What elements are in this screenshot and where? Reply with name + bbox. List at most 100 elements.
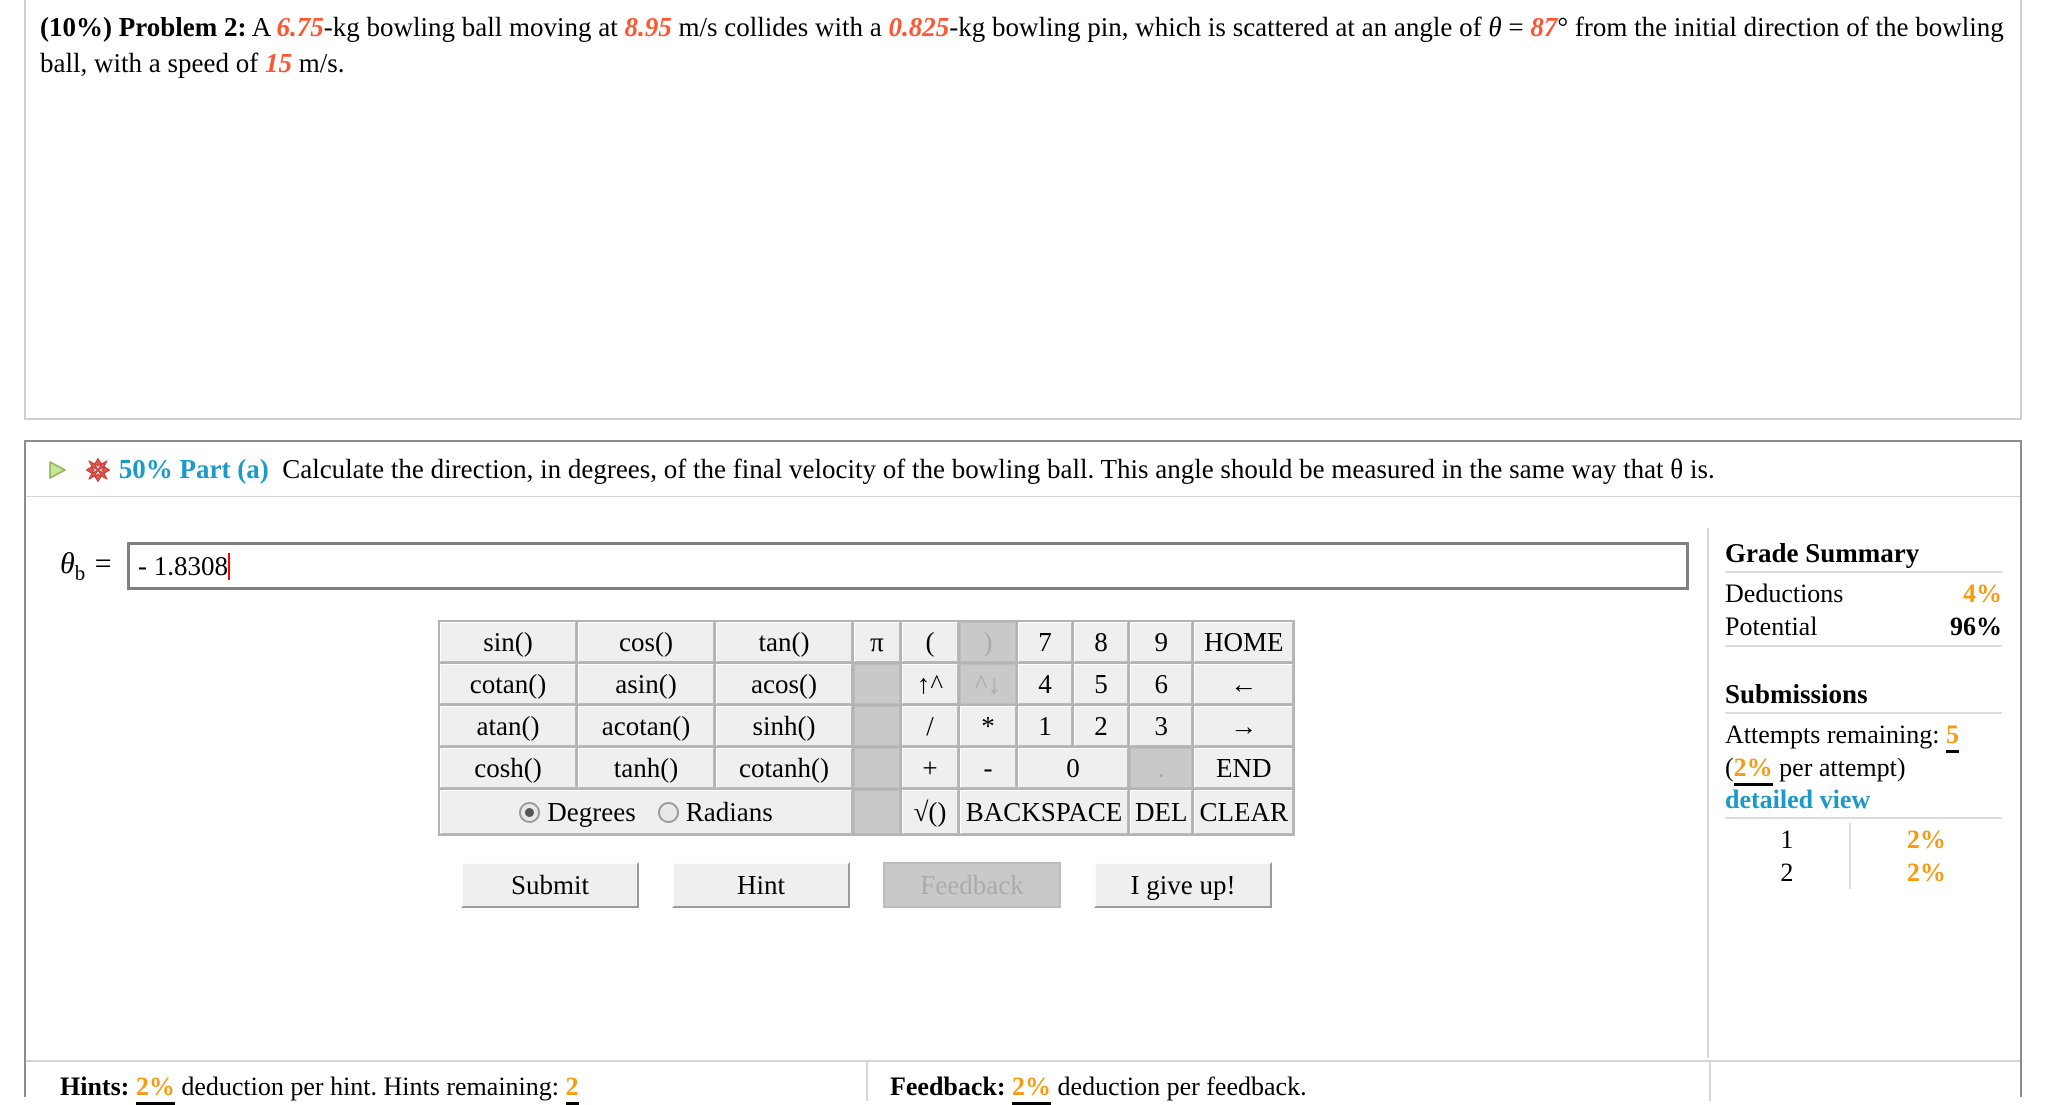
hints-deduction-value: 2%: [135, 1072, 175, 1105]
part-a-panel: 50% Part (a) Calculate the direction, in…: [24, 440, 2022, 1105]
key-7[interactable]: 7: [1018, 622, 1072, 662]
key-4[interactable]: 4: [1018, 664, 1072, 704]
radio-degrees-indicator[interactable]: [519, 801, 541, 823]
submission-deduction: 2%: [1906, 857, 1946, 887]
problem-text-2: -kg bowling ball moving at: [323, 12, 625, 42]
text-caret: [228, 553, 230, 580]
potential-label: Potential: [1725, 612, 1818, 642]
key-plus[interactable]: +: [902, 748, 958, 788]
key-end[interactable]: END: [1194, 748, 1293, 788]
calculator-keypad-wrapper: sin() cos() tan() π() 7 8 9 HOME cotan() asin() ac…: [26, 620, 1707, 836]
problem-speed-ball: 8.95: [624, 12, 672, 42]
key-tan[interactable]: tan(): [716, 622, 852, 662]
key-sqrt[interactable]: √(): [902, 790, 958, 834]
key-1[interactable]: 1: [1018, 706, 1072, 746]
problem-theta-symbol: θ: [1488, 12, 1502, 42]
deductions-label: Deductions: [1725, 579, 1844, 608]
radio-radians[interactable]: Radians: [657, 796, 773, 827]
expand-triangle-icon[interactable]: [46, 455, 68, 479]
submission-row: 2 2%: [1725, 855, 2002, 889]
hints-remaining-value: 2: [565, 1072, 579, 1105]
key-backspace[interactable]: BACKSPACE: [960, 790, 1128, 834]
key-pi[interactable]: π: [854, 622, 900, 662]
hint-button[interactable]: Hint: [672, 862, 850, 908]
problem-statement-text: (10%) Problem 2: A 6.75-kg bowling ball …: [26, 0, 2020, 82]
problem-text-3: m/s collides with a: [671, 12, 889, 42]
radio-radians-indicator[interactable]: [657, 801, 679, 823]
key-multiply[interactable]: *: [960, 706, 1016, 746]
grade-summary-divider-1: [1725, 571, 2002, 573]
key-arrow-left[interactable]: ←: [1194, 664, 1293, 704]
key-cosh[interactable]: cosh(): [440, 748, 576, 788]
key-power-up[interactable]: ↑^: [902, 664, 958, 704]
problem-text-6: m/s.: [291, 47, 345, 78]
problem-page: (10%) Problem 2: A 6.75-kg bowling ball …: [0, 0, 2046, 1105]
feedback-button: Feedback: [883, 862, 1061, 908]
key-3[interactable]: 3: [1130, 706, 1193, 746]
detailed-view-link[interactable]: detailed view: [1725, 785, 1870, 814]
problem-mass-ball: 6.75: [276, 12, 324, 42]
key-arrow-right[interactable]: →: [1194, 706, 1293, 746]
problem-weight: (10%): [40, 12, 112, 42]
answer-row: θb = - 1.8308: [26, 528, 1707, 590]
radio-degrees[interactable]: Degrees: [519, 796, 636, 827]
part-a-prompt: Calculate the direction, in degrees, of …: [282, 454, 1715, 484]
radio-degrees-label: Degrees: [547, 796, 636, 827]
grade-summary-divider-2: [1725, 645, 2002, 648]
submissions-divider-1: [1725, 712, 2002, 715]
angle-mode-group: Degrees Radians: [440, 790, 852, 834]
part-a-body: θb = - 1.8308 sin() cos() tan() π() 7 8 9 HOME c…: [26, 528, 2020, 1097]
key-2[interactable]: 2: [1074, 706, 1128, 746]
calculator-keypad: sin() cos() tan() π() 7 8 9 HOME cotan() asin() ac…: [438, 620, 1295, 836]
answer-input[interactable]: - 1.8308: [127, 542, 1689, 590]
problem-equals: =: [1501, 12, 1531, 42]
feedback-cell: Feedback: 2% deduction per feedback.: [866, 1062, 1706, 1105]
grade-summary-panel: Grade Summary Deductions 4% Potential 96…: [1711, 528, 2020, 1058]
problem-text-4: -kg bowling pin, which is scattered at a…: [949, 12, 1489, 42]
keypad-row: sin() cos() tan() π() 7 8 9 HOME: [440, 622, 1293, 662]
key-8[interactable]: 8: [1074, 622, 1128, 662]
give-up-button[interactable]: I give up!: [1094, 862, 1272, 908]
key-minus[interactable]: -: [960, 748, 1016, 788]
key-9[interactable]: 9: [1130, 622, 1193, 662]
key-blank-4: [854, 790, 900, 834]
answer-input-value: - 1.8308: [138, 551, 228, 581]
key-tanh[interactable]: tanh(): [578, 748, 714, 788]
key-5[interactable]: 5: [1074, 664, 1128, 704]
problem-degree-symbol: °: [1557, 12, 1569, 42]
hints-feedback-footer: Hints: 2% deduction per hint. Hints rema…: [26, 1060, 2020, 1105]
submissions-table: 1 2% 2 2%: [1725, 822, 2002, 889]
radio-radians-label: Radians: [685, 796, 773, 827]
key-sinh[interactable]: sinh(): [716, 706, 852, 746]
key-blank-2: [854, 706, 900, 746]
key-clear[interactable]: CLEAR: [1194, 790, 1293, 834]
part-a-header: 50% Part (a) Calculate the direction, in…: [26, 442, 2020, 497]
submit-button[interactable]: Submit: [461, 862, 639, 908]
key-del[interactable]: DEL: [1130, 790, 1193, 834]
key-blank-3: [854, 748, 900, 788]
key-sin[interactable]: sin(): [440, 622, 576, 662]
submission-number: 2: [1725, 855, 1851, 889]
key-asin[interactable]: asin(): [578, 664, 714, 704]
key-divide[interactable]: /: [902, 706, 958, 746]
problem-statement-panel: (10%) Problem 2: A 6.75-kg bowling ball …: [24, 0, 2022, 420]
action-button-row: Submit Hint Feedback I give up!: [26, 862, 1707, 908]
answer-label: θb =: [60, 547, 113, 586]
key-cotanh[interactable]: cotanh(): [716, 748, 852, 788]
key-cotan[interactable]: cotan(): [440, 664, 576, 704]
key-6[interactable]: 6: [1130, 664, 1193, 704]
problem-speed-pin: 15: [264, 47, 292, 78]
key-acotan[interactable]: acotan(): [578, 706, 714, 746]
key-decimal: .: [1130, 748, 1193, 788]
answer-label-subscript: b: [74, 560, 86, 585]
key-open-paren[interactable]: (: [902, 622, 958, 662]
hints-cell: Hints: 2% deduction per hint. Hints rema…: [42, 1062, 862, 1105]
key-home[interactable]: HOME: [1194, 622, 1293, 662]
key-acos[interactable]: acos(): [716, 664, 852, 704]
per-attempt-value: 2%: [1733, 753, 1773, 787]
key-0[interactable]: 0: [1018, 748, 1128, 788]
key-cos[interactable]: cos(): [578, 622, 714, 662]
attempts-value: 5: [1945, 720, 1959, 754]
potential-row: Potential 96%: [1725, 610, 2002, 643]
key-atan[interactable]: atan(): [440, 706, 576, 746]
